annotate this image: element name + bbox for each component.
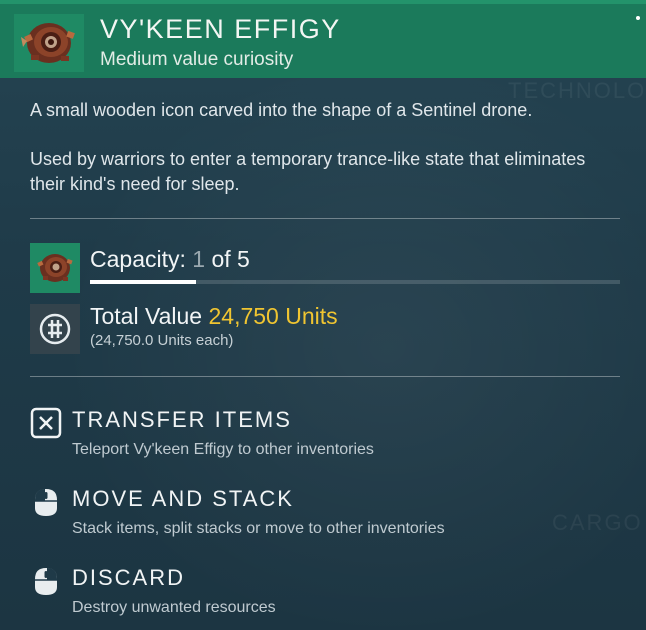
- capacity-label-text: Capacity:: [90, 246, 186, 272]
- unit-value-each: (24,750.0 Units each): [90, 332, 234, 349]
- corner-indicator: [636, 16, 640, 20]
- units-currency-icon: [39, 313, 71, 345]
- transfer-items-hint: Teleport Vy'keen Effigy to other invento…: [72, 441, 374, 458]
- discard-hint: Destroy unwanted resources: [72, 599, 276, 616]
- capacity-max: of 5: [211, 246, 250, 272]
- mouse-right-icon: [30, 565, 62, 597]
- x-key-icon: [30, 407, 62, 439]
- item-description-lore: Used by warriors to enter a temporary tr…: [30, 149, 586, 194]
- capacity-bar-fill: [90, 280, 196, 284]
- total-value-label: Total Value: [90, 303, 203, 329]
- transfer-items-action[interactable]: TRANSFER ITEMS Teleport Vy'keen Effigy t…: [30, 405, 630, 465]
- capacity-label: Capacity: 1 of 5: [90, 246, 250, 273]
- item-header: VY'KEEN EFFIGY Medium value curiosity: [0, 0, 646, 78]
- move-and-stack-action[interactable]: MOVE AND STACK Stack items, split stacks…: [30, 484, 630, 544]
- item-thumbnail: [14, 14, 84, 72]
- discard-label: DISCARD: [72, 565, 186, 590]
- capacity-bar: [90, 280, 620, 284]
- transfer-items-label: TRANSFER ITEMS: [72, 407, 292, 432]
- move-and-stack-hint: Stack items, split stacks or move to oth…: [72, 520, 445, 537]
- effigy-small-icon: [37, 254, 73, 282]
- capacity-current: 1: [192, 246, 206, 272]
- total-value-amount: 24,750 Units: [208, 303, 338, 329]
- discard-action[interactable]: DISCARD Destroy unwanted resources: [30, 563, 630, 623]
- capacity-item-icon: [30, 243, 80, 293]
- value-icon-box: [30, 304, 80, 354]
- divider-bottom: [30, 376, 620, 377]
- total-value: Total Value 24,750 Units: [90, 303, 338, 330]
- divider-top: [30, 218, 620, 219]
- item-name: VY'KEEN EFFIGY: [100, 14, 341, 44]
- effigy-icon: [21, 23, 75, 63]
- item-category: Medium value curiosity: [100, 49, 294, 70]
- item-description-short: A small wooden icon carved into the shap…: [30, 100, 533, 120]
- mouse-left-icon: [30, 486, 62, 518]
- move-and-stack-label: MOVE AND STACK: [72, 486, 294, 511]
